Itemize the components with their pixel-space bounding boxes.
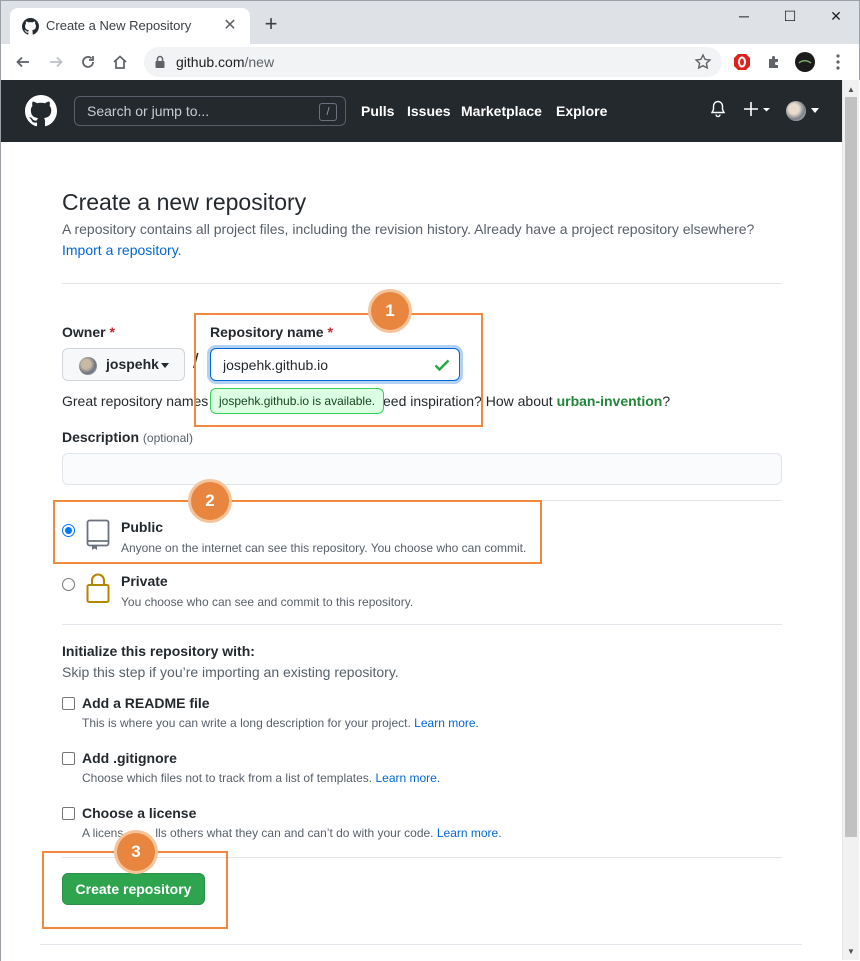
back-arrow-icon	[16, 56, 29, 68]
nav-issues[interactable]: Issues	[407, 103, 451, 119]
lock-icon	[86, 573, 110, 603]
readme-learn-more-link[interactable]: Learn more.	[414, 716, 479, 730]
gitignore-title: Add .gitignore	[82, 750, 177, 766]
owner-name: jospehk	[106, 356, 159, 372]
scrollbar-thumb[interactable]	[845, 97, 857, 837]
annotation-badge-3: 3	[117, 833, 155, 871]
notifications-bell-icon[interactable]	[710, 100, 726, 118]
bookmark-star-icon[interactable]	[694, 53, 712, 71]
extensions-puzzle-icon[interactable]	[763, 51, 785, 73]
readme-checkbox[interactable]	[62, 697, 75, 710]
private-radio[interactable]	[62, 578, 75, 591]
browser-tab[interactable]: Create a New Repository ✕	[10, 8, 250, 45]
description-label: Description (optional)	[62, 429, 193, 445]
github-logo-icon[interactable]	[25, 95, 57, 127]
search-placeholder: Search or jump to...	[87, 103, 210, 119]
import-repository-link[interactable]: Import a repository.	[62, 242, 182, 258]
nav-pulls[interactable]: Pulls	[361, 103, 394, 119]
github-search-input[interactable]: Search or jump to... /	[74, 96, 346, 126]
url-text: github.com/new	[176, 54, 275, 70]
annotation-box-1	[194, 313, 483, 427]
owner-label: Owner *	[62, 324, 115, 340]
github-favicon-icon	[22, 18, 39, 35]
divider	[62, 624, 782, 625]
new-tab-button[interactable]: +	[260, 13, 282, 36]
browser-toolbar: github.com/new	[0, 44, 860, 80]
page-title: Create a new repository	[62, 189, 307, 215]
user-menu-caret-icon	[811, 108, 819, 113]
profile-avatar-icon[interactable]	[794, 51, 816, 73]
reload-icon	[82, 56, 94, 68]
divider	[40, 944, 802, 945]
readme-title: Add a README file	[82, 695, 210, 711]
home-button[interactable]	[107, 49, 133, 75]
tab-close-icon[interactable]: ✕	[220, 16, 240, 36]
license-learn-more-link[interactable]: Learn more.	[437, 826, 502, 840]
owner-avatar	[79, 357, 97, 375]
minimize-button[interactable]: ─	[721, 5, 767, 27]
window-frame	[0, 80, 1, 961]
suggested-name-link[interactable]: urban-invention	[557, 393, 663, 409]
back-button[interactable]	[10, 49, 36, 75]
annotation-badge-1: 1	[371, 292, 409, 330]
maximize-button[interactable]: ☐	[767, 5, 813, 27]
create-new-plus-icon[interactable]	[743, 100, 771, 118]
license-title: Choose a license	[82, 805, 197, 821]
owner-select[interactable]: jospehk	[62, 348, 185, 381]
gitignore-checkbox[interactable]	[62, 752, 75, 765]
address-bar[interactable]: github.com/new	[144, 47, 722, 77]
owner-caret-icon	[161, 363, 169, 368]
user-avatar	[786, 101, 806, 121]
forward-arrow-icon	[50, 56, 63, 68]
browser-menu-icon[interactable]	[827, 51, 849, 73]
home-icon	[113, 55, 127, 69]
opera-extension-icon[interactable]	[731, 51, 753, 73]
forward-button[interactable]	[43, 49, 69, 75]
private-title: Private	[121, 573, 168, 589]
gitignore-learn-more-link[interactable]: Learn more.	[375, 771, 440, 785]
name-suggestion-text: Great repository names	[62, 393, 209, 409]
tab-title: Create a New Repository	[46, 18, 192, 33]
divider	[62, 283, 782, 284]
user-menu[interactable]	[786, 100, 820, 122]
github-header: Search or jump to... / Pulls Issues Mark…	[1, 80, 842, 142]
nav-explore[interactable]: Explore	[556, 103, 607, 119]
reload-button[interactable]	[75, 49, 101, 75]
window-close-button[interactable]: ✕	[813, 5, 859, 27]
lock-icon	[155, 55, 165, 68]
scroll-up-arrow-icon[interactable]: ▲	[845, 84, 857, 96]
initialize-title: Initialize this repository with:	[62, 643, 255, 659]
nav-marketplace[interactable]: Marketplace	[461, 103, 542, 119]
initialize-subtitle: Skip this step if you’re importing an ex…	[62, 664, 399, 680]
scroll-down-arrow-icon[interactable]: ▼	[845, 946, 857, 958]
private-description: You choose who can see and commit to thi…	[121, 595, 414, 609]
annotation-box-2	[53, 500, 542, 564]
page-subtitle: A repository contains all project files,…	[62, 221, 755, 237]
gitignore-description: Choose which files not to track from a l…	[82, 771, 441, 785]
readme-description: This is where you can write a long descr…	[82, 716, 479, 730]
license-checkbox[interactable]	[62, 807, 75, 820]
description-input[interactable]	[62, 453, 782, 485]
annotation-badge-2: 2	[191, 482, 229, 520]
search-shortcut-badge: /	[319, 103, 337, 121]
browser-tab-bar: Create a New Repository ✕ + ─ ☐ ✕	[0, 0, 860, 45]
